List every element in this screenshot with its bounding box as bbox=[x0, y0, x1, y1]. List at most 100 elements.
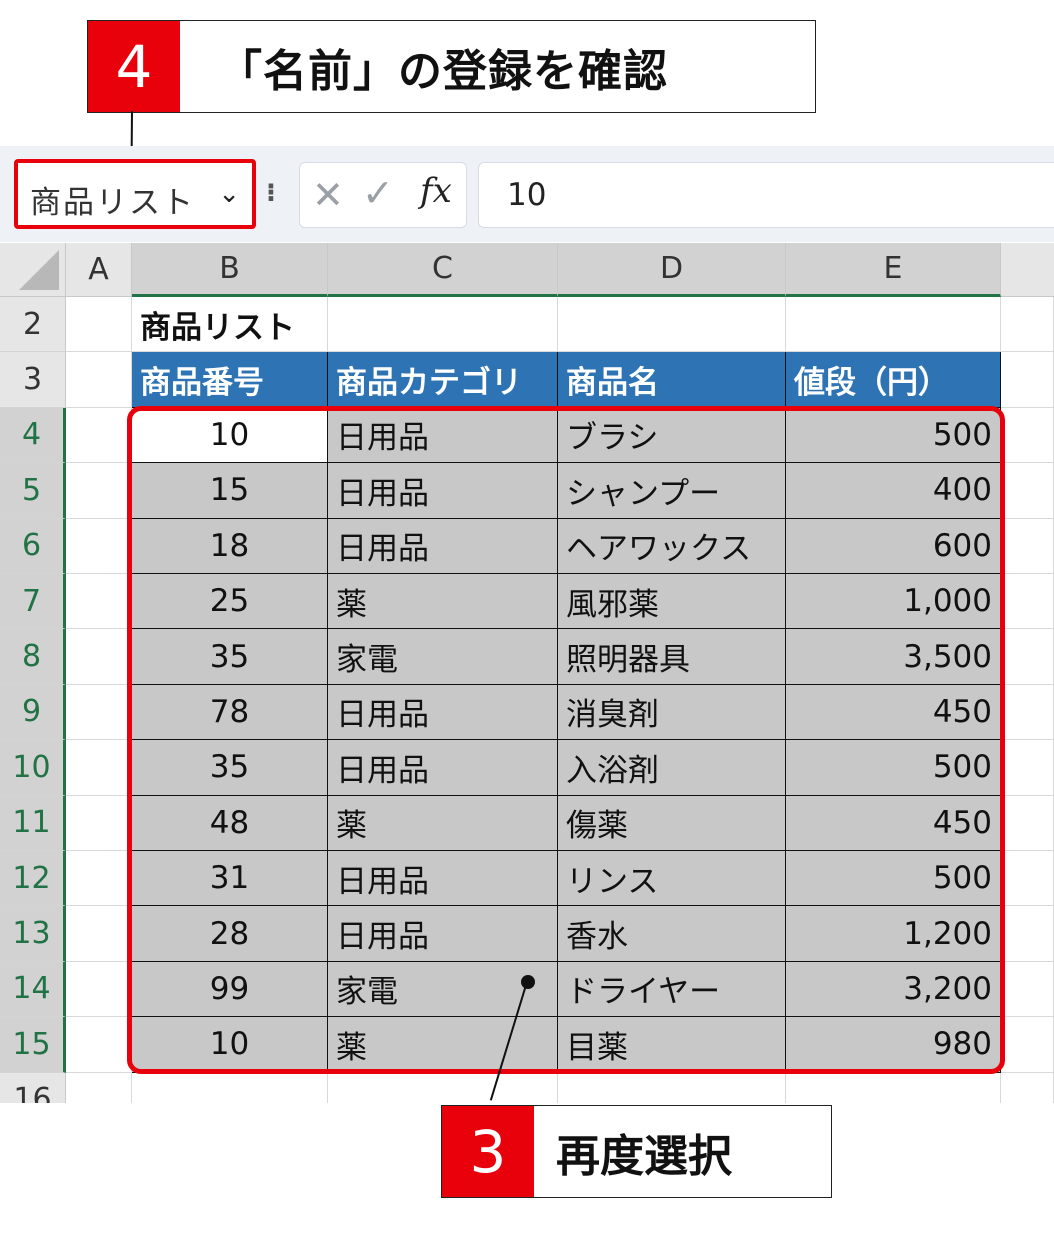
category-cell[interactable]: 日用品 bbox=[328, 684, 558, 741]
product-name-cell[interactable]: 入浴剤 bbox=[558, 740, 786, 796]
cell-f9[interactable] bbox=[1001, 684, 1054, 741]
price-cell[interactable]: 500 bbox=[786, 851, 1001, 907]
cell-f12[interactable] bbox=[1001, 851, 1054, 907]
product-id-cell[interactable]: 10 bbox=[132, 1017, 328, 1073]
cell-a7[interactable] bbox=[66, 574, 132, 630]
cell-f8[interactable] bbox=[1001, 629, 1054, 685]
select-all-corner[interactable] bbox=[0, 243, 66, 297]
product-id-cell[interactable]: 10 bbox=[132, 407, 328, 464]
product-id-cell[interactable]: 18 bbox=[132, 518, 328, 574]
product-name-cell[interactable]: 消臭剤 bbox=[558, 684, 786, 741]
price-cell[interactable]: 980 bbox=[786, 1017, 1001, 1073]
cell-d2[interactable] bbox=[558, 297, 786, 353]
product-id-cell[interactable]: 78 bbox=[132, 684, 328, 741]
product-name-cell[interactable]: シャンプー bbox=[558, 463, 786, 519]
cell-f14[interactable] bbox=[1001, 961, 1054, 1018]
cell-c16[interactable] bbox=[328, 1072, 558, 1103]
table-header-cell[interactable]: 商品カテゴリ bbox=[328, 352, 558, 408]
product-name-cell[interactable]: ドライヤー bbox=[558, 961, 786, 1018]
cell-f10[interactable] bbox=[1001, 740, 1054, 796]
column-header-d[interactable]: D bbox=[558, 243, 786, 297]
row-header-13[interactable]: 13 bbox=[0, 906, 66, 962]
price-cell[interactable]: 400 bbox=[786, 463, 1001, 519]
cell-f4[interactable] bbox=[1001, 407, 1054, 464]
cell-a15[interactable] bbox=[66, 1017, 132, 1073]
cell-f11[interactable] bbox=[1001, 795, 1054, 851]
product-name-cell[interactable]: 風邪薬 bbox=[558, 574, 786, 630]
column-header-c[interactable]: C bbox=[328, 243, 558, 297]
cell-e16[interactable] bbox=[786, 1072, 1001, 1103]
cell-a8[interactable] bbox=[66, 629, 132, 685]
price-cell[interactable]: 500 bbox=[786, 740, 1001, 796]
table-header-cell[interactable]: 商品名 bbox=[558, 352, 786, 408]
chevron-down-icon[interactable]: ⌄ bbox=[218, 179, 240, 209]
category-cell[interactable]: 日用品 bbox=[328, 463, 558, 519]
product-id-cell[interactable]: 99 bbox=[132, 961, 328, 1018]
price-cell[interactable]: 1,200 bbox=[786, 906, 1001, 962]
enter-check-icon[interactable]: ✓ bbox=[362, 171, 394, 215]
product-name-cell[interactable]: 香水 bbox=[558, 906, 786, 962]
cell-a5[interactable] bbox=[66, 463, 132, 519]
price-cell[interactable]: 3,500 bbox=[786, 629, 1001, 685]
row-header-9[interactable]: 9 bbox=[0, 684, 66, 741]
cell-a12[interactable] bbox=[66, 851, 132, 907]
cell-e2[interactable] bbox=[786, 297, 1001, 353]
row-header-14[interactable]: 14 bbox=[0, 961, 66, 1018]
cell-a14[interactable] bbox=[66, 961, 132, 1018]
cell-a16[interactable] bbox=[66, 1072, 132, 1103]
cell-f6[interactable] bbox=[1001, 518, 1054, 574]
insert-function-icon[interactable]: fx bbox=[420, 171, 452, 211]
row-header-5[interactable]: 5 bbox=[0, 463, 66, 519]
cell-a3[interactable] bbox=[66, 352, 132, 408]
row-header-15[interactable]: 15 bbox=[0, 1017, 66, 1073]
product-id-cell[interactable]: 15 bbox=[132, 463, 328, 519]
product-id-cell[interactable]: 35 bbox=[132, 629, 328, 685]
cell-a9[interactable] bbox=[66, 684, 132, 741]
product-id-cell[interactable]: 48 bbox=[132, 795, 328, 851]
column-header-a[interactable]: A bbox=[66, 243, 132, 297]
cell-f16[interactable] bbox=[1001, 1072, 1054, 1103]
category-cell[interactable]: 薬 bbox=[328, 1017, 558, 1073]
category-cell[interactable]: 薬 bbox=[328, 795, 558, 851]
category-cell[interactable]: 日用品 bbox=[328, 906, 558, 962]
cell-a4[interactable] bbox=[66, 407, 132, 464]
row-header-11[interactable]: 11 bbox=[0, 795, 66, 851]
price-cell[interactable]: 1,000 bbox=[786, 574, 1001, 630]
table-header-cell[interactable]: 値段（円） bbox=[786, 352, 1001, 408]
row-header-16[interactable]: 16 bbox=[0, 1072, 66, 1103]
cell-a6[interactable] bbox=[66, 518, 132, 574]
price-cell[interactable]: 450 bbox=[786, 795, 1001, 851]
cell-a2[interactable] bbox=[66, 297, 132, 353]
column-header-b[interactable]: B bbox=[132, 243, 328, 297]
category-cell[interactable]: 日用品 bbox=[328, 740, 558, 796]
cell-f3[interactable] bbox=[1001, 352, 1054, 408]
row-header-7[interactable]: 7 bbox=[0, 574, 66, 630]
cell-a10[interactable] bbox=[66, 740, 132, 796]
table-header-cell[interactable]: 商品番号 bbox=[132, 352, 328, 408]
cell-a11[interactable] bbox=[66, 795, 132, 851]
row-header-10[interactable]: 10 bbox=[0, 740, 66, 796]
cell-f15[interactable] bbox=[1001, 1017, 1054, 1073]
category-cell[interactable]: 薬 bbox=[328, 574, 558, 630]
row-header-8[interactable]: 8 bbox=[0, 629, 66, 685]
cell-f2[interactable] bbox=[1001, 297, 1054, 353]
category-cell[interactable]: 日用品 bbox=[328, 407, 558, 464]
cell-d16[interactable] bbox=[558, 1072, 786, 1103]
row-header-12[interactable]: 12 bbox=[0, 851, 66, 907]
category-cell[interactable]: 日用品 bbox=[328, 518, 558, 574]
product-name-cell[interactable]: 目薬 bbox=[558, 1017, 786, 1073]
cell-a13[interactable] bbox=[66, 906, 132, 962]
price-cell[interactable]: 3,200 bbox=[786, 961, 1001, 1018]
cell-b16[interactable] bbox=[132, 1072, 328, 1103]
column-header-next[interactable] bbox=[1001, 243, 1054, 297]
category-cell[interactable]: 家電 bbox=[328, 629, 558, 685]
product-name-cell[interactable]: 傷薬 bbox=[558, 795, 786, 851]
product-id-cell[interactable]: 31 bbox=[132, 851, 328, 907]
column-header-e[interactable]: E bbox=[786, 243, 1001, 297]
price-cell[interactable]: 500 bbox=[786, 407, 1001, 464]
formula-input[interactable]: 10 bbox=[478, 162, 1054, 228]
product-name-cell[interactable]: リンス bbox=[558, 851, 786, 907]
row-header-2[interactable]: 2 bbox=[0, 297, 66, 353]
row-header-3[interactable]: 3 bbox=[0, 352, 66, 408]
product-id-cell[interactable]: 35 bbox=[132, 740, 328, 796]
